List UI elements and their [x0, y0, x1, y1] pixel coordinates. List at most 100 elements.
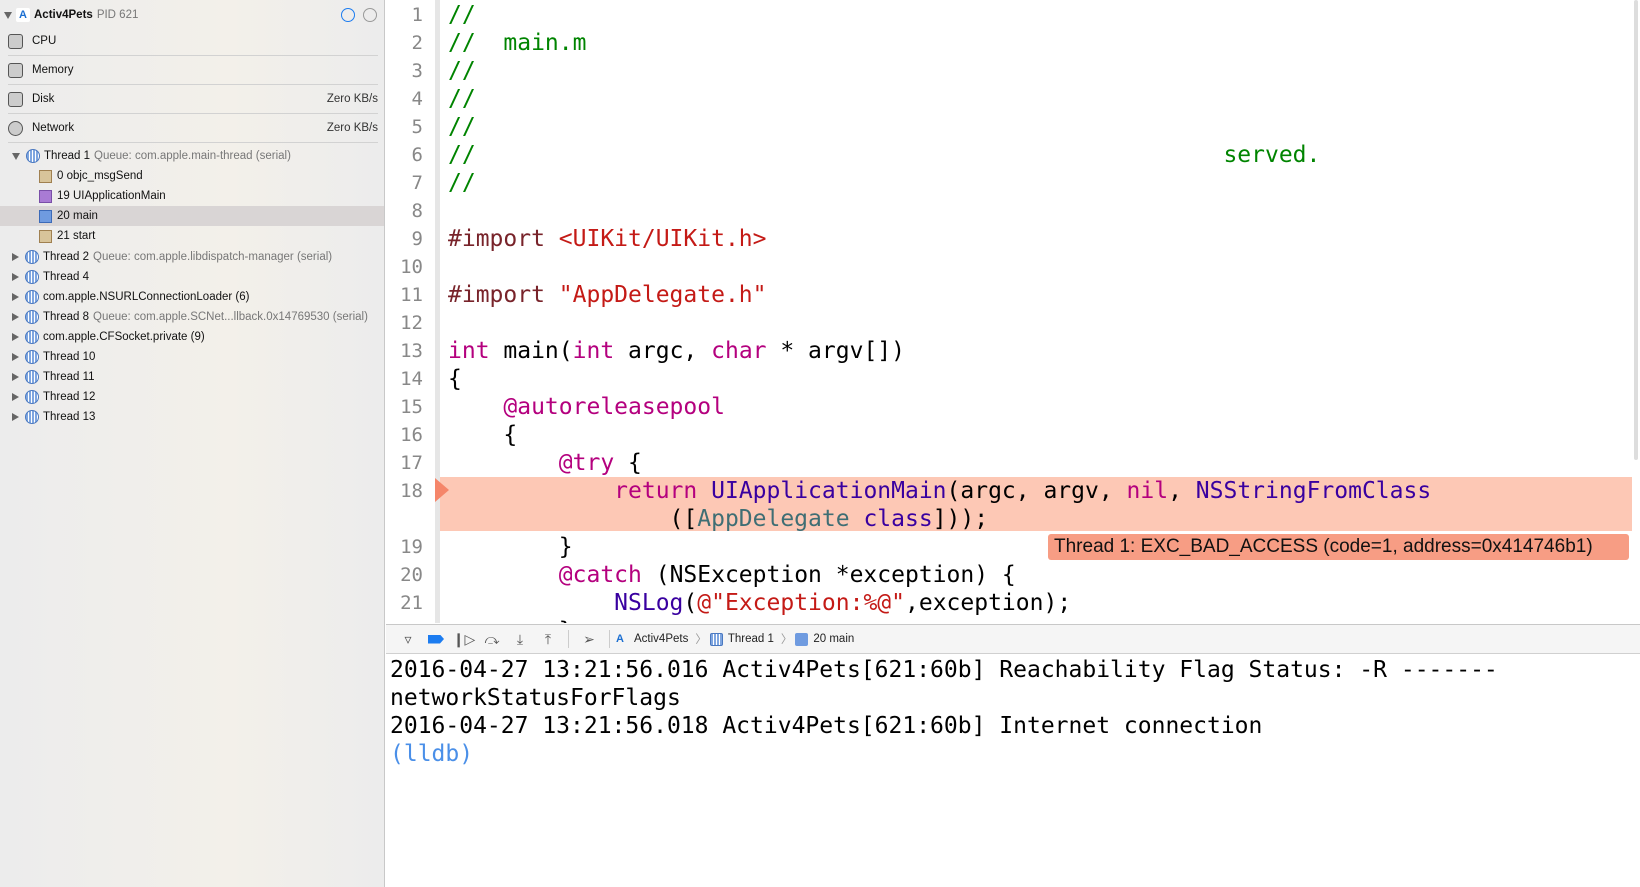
disclosure-triangle-icon[interactable] — [12, 152, 20, 160]
resource-row-disk[interactable]: Disk Zero KB/s — [8, 85, 378, 114]
step-over-icon[interactable]: ⤼ — [478, 629, 506, 649]
breadcrumb-thread[interactable]: Thread 1 — [709, 632, 774, 646]
code-line[interactable]: ([AppDelegate class])); — [448, 505, 989, 533]
code-line[interactable]: #import <UIKit/UIKit.h> — [448, 225, 767, 253]
chevron-right-icon: 〉 — [780, 634, 793, 646]
line-number: 20 — [400, 564, 423, 586]
resource-row-cpu[interactable]: CPU — [8, 27, 378, 56]
thread-label: Thread 8 — [43, 310, 90, 323]
instruction-pointer-icon[interactable] — [435, 478, 449, 502]
app-icon: A — [616, 632, 624, 645]
disclosure-triangle-icon[interactable] — [4, 11, 12, 19]
disclosure-triangle-icon[interactable] — [12, 353, 19, 361]
token-plain: ( — [683, 590, 698, 616]
breadcrumb-frame[interactable]: 20 main — [795, 632, 854, 646]
stack-frame-row[interactable]: 21 start — [0, 226, 384, 246]
breakpoints-toggle-icon[interactable] — [422, 629, 450, 649]
pause-icon[interactable] — [363, 8, 377, 22]
source-editor[interactable]: 12345678910111213141516171819202122 ////… — [386, 0, 1640, 623]
token-comment: // — [448, 86, 476, 112]
editor-scrollbar[interactable] — [1634, 0, 1638, 460]
gear-icon — [39, 229, 52, 243]
code-line[interactable]: @catch (NSException *exception) { — [448, 561, 1016, 589]
line-number: 19 — [400, 536, 423, 558]
code-line[interactable]: @autoreleasepool — [448, 393, 725, 421]
disk-icon — [8, 91, 23, 107]
thread-row[interactable]: Thread 2 Queue: com.apple.libdispatch-man… — [0, 247, 384, 267]
code-line[interactable]: { — [448, 421, 517, 449]
code-line[interactable]: // — [448, 169, 476, 197]
stack-frame-row[interactable]: 19 UIApplicationMain — [0, 186, 384, 206]
resource-row-network[interactable]: Network Zero KB/s — [8, 114, 378, 143]
simulate-location-icon[interactable]: ➢ — [575, 629, 603, 649]
token-plain: , — [1168, 478, 1196, 504]
code-line[interactable]: { — [448, 365, 462, 393]
token-plain: main( — [489, 338, 573, 364]
thread-icon — [25, 329, 39, 344]
resource-row-memory[interactable]: Memory — [8, 56, 378, 85]
code-line[interactable]: // main.m — [448, 29, 586, 57]
chevron-right-icon: 〉 — [695, 634, 707, 646]
step-out-icon[interactable]: ⤒ — [534, 629, 562, 649]
line-number: 8 — [411, 200, 423, 222]
code-line[interactable]: } — [448, 617, 573, 623]
thread-row[interactable]: Thread 4 — [0, 267, 384, 287]
thread-row[interactable]: Thread 12 — [0, 387, 384, 407]
disclosure-triangle-icon[interactable] — [12, 393, 19, 402]
thread-label: Thread 13 — [43, 411, 96, 424]
frame-label: 20 main — [57, 210, 98, 223]
step-into-icon[interactable]: ⤓ — [506, 629, 534, 649]
debug-navigator: A Activ4Pets PID 621 CPU Memory Disk Zero K… — [0, 0, 385, 887]
thread-icon — [25, 249, 39, 264]
code-line[interactable]: // — [448, 57, 476, 85]
code-line[interactable]: #import "AppDelegate.h" — [448, 281, 767, 309]
code-line[interactable]: // served. — [448, 141, 1320, 169]
code-line[interactable]: // — [448, 1, 476, 29]
console-output[interactable]: 2016-04-27 13:21:56.016 Activ4Pets[621:6… — [386, 655, 1640, 887]
frame-label: 19 UIApplicationMain — [57, 190, 166, 203]
breadcrumb-process[interactable]: A Activ4Pets — [616, 633, 688, 646]
stack-frame-row[interactable]: 0 objc_msgSend — [0, 166, 384, 186]
code-line[interactable]: } — [448, 533, 573, 561]
stack-frame-row[interactable]: 20 main — [0, 206, 384, 227]
process-header[interactable]: A Activ4Pets PID 621 — [0, 4, 385, 26]
thread-row[interactable]: Thread 10 — [0, 347, 384, 367]
token-comment: // main.m — [448, 30, 587, 56]
gauge-icon[interactable] — [341, 8, 355, 22]
thread-row[interactable]: com.apple.NSURLConnectionLoader (6) — [0, 287, 384, 307]
disclosure-triangle-icon[interactable] — [12, 373, 19, 382]
code-line[interactable]: NSLog(@"Exception:%@",exception); — [448, 589, 1071, 617]
code-line[interactable]: // — [448, 85, 476, 113]
thread-row[interactable]: Thread 13 — [0, 407, 384, 427]
line-number: 1 — [411, 4, 423, 26]
token-plain: { — [448, 366, 462, 392]
disclosure-triangle-icon[interactable] — [12, 252, 19, 261]
thread-label: Thread 2 — [43, 250, 90, 263]
token-plain: ])); — [932, 506, 989, 532]
thread-row[interactable]: Thread 8 Queue: com.apple.SCNet...llback.… — [0, 307, 384, 327]
cpu-icon — [8, 33, 23, 49]
user-icon — [795, 632, 809, 646]
disclosure-triangle-icon[interactable] — [12, 292, 19, 301]
disclosure-triangle-icon[interactable] — [12, 312, 19, 321]
thread-row[interactable]: com.apple.CFSocket.private (9) — [0, 327, 384, 347]
line-number-gutter[interactable]: 12345678910111213141516171819202122 — [386, 0, 440, 623]
lldb-prompt[interactable]: (lldb) — [390, 740, 1640, 768]
continue-icon[interactable]: ❙▷ — [450, 629, 478, 649]
token-fn: UIApplicationMain — [711, 478, 947, 504]
code-line[interactable]: // — [448, 113, 476, 141]
code-line[interactable]: @try { — [448, 449, 642, 477]
thread-queue: Queue: com.apple.SCNet...llback.0x147695… — [93, 310, 368, 323]
thread-icon — [25, 309, 39, 324]
disclosure-triangle-icon[interactable] — [12, 413, 19, 422]
hide-debug-area-icon[interactable]: ▿ — [394, 629, 422, 649]
disclosure-triangle-icon[interactable] — [12, 272, 19, 281]
disclosure-triangle-icon[interactable] — [12, 332, 19, 341]
code-line[interactable]: int main(int argc, char * argv[]) — [448, 337, 905, 365]
thread-row[interactable]: Thread 1 Queue: com.apple.main-thread (se… — [0, 146, 384, 166]
code-line[interactable]: return UIApplicationMain(argc, argv, nil… — [448, 477, 1431, 505]
thread-row[interactable]: Thread 11 — [0, 367, 384, 387]
token-cls: AppDelegate — [697, 506, 850, 532]
token-plain: { — [614, 450, 642, 476]
